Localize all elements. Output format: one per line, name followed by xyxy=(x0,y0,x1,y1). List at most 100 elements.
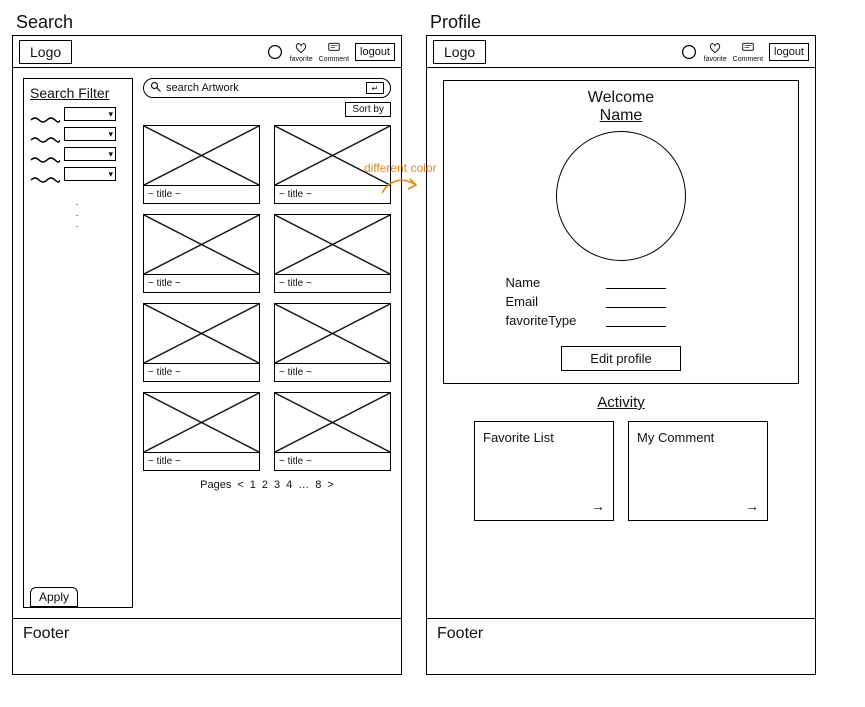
artwork-card[interactable]: ~ title ~ xyxy=(274,125,391,204)
field-email-value xyxy=(606,296,666,308)
artwork-card[interactable]: ~ title ~ xyxy=(143,392,260,471)
my-comment-card[interactable]: My Comment → xyxy=(628,421,768,521)
filter-select-1[interactable]: ▾ xyxy=(64,107,116,121)
filter-label-3 xyxy=(30,150,60,158)
thumbnail-placeholder xyxy=(144,393,259,453)
nav-comment-label: Comment xyxy=(319,56,349,63)
artwork-card[interactable]: ~ title ~ xyxy=(143,303,260,382)
filter-select-4[interactable]: ▾ xyxy=(64,167,116,181)
search-page-title: Search xyxy=(16,12,402,33)
thumbnail-placeholder xyxy=(144,304,259,364)
logout-button[interactable]: logout xyxy=(355,43,395,61)
filter-label-4 xyxy=(30,170,60,178)
filter-select-2[interactable]: ▾ xyxy=(64,127,116,141)
filter-row: ▾ xyxy=(30,127,126,141)
sort-button[interactable]: Sort by xyxy=(345,102,391,117)
field-email-label: Email xyxy=(506,294,596,309)
nav-profile[interactable] xyxy=(680,45,698,59)
thumbnail-placeholder xyxy=(275,304,390,364)
page-2[interactable]: 2 xyxy=(262,479,268,491)
nav-favorite-label: favorite xyxy=(290,56,313,63)
thumbnail-placeholder xyxy=(144,215,259,275)
page-ellipsis: … xyxy=(298,479,309,491)
thumbnail-placeholder xyxy=(275,126,390,186)
filter-panel: Search Filter ▾ ▾ ▾ ▾ xyxy=(23,78,133,608)
logo[interactable]: Logo xyxy=(19,40,72,64)
card-caption: ~ title ~ xyxy=(144,275,259,292)
circle-icon xyxy=(680,45,698,59)
welcome-heading: Welcome Name xyxy=(588,89,654,125)
card-caption: ~ title ~ xyxy=(275,275,390,292)
page-1[interactable]: 1 xyxy=(250,479,256,491)
profile-card: Welcome Name Name Email favoriteType Edi… xyxy=(443,80,799,384)
card-caption: ~ title ~ xyxy=(275,364,390,381)
pages-label: Pages xyxy=(200,479,231,491)
thumbnail-placeholder xyxy=(275,215,390,275)
page-4[interactable]: 4 xyxy=(286,479,292,491)
circle-icon xyxy=(266,45,284,59)
arrow-icon: → xyxy=(591,498,605,514)
favorite-list-card[interactable]: Favorite List → xyxy=(474,421,614,521)
activity-row: Favorite List → My Comment → xyxy=(443,421,799,521)
artwork-card[interactable]: ~ title ~ xyxy=(274,214,391,293)
nav-favorite[interactable]: favorite xyxy=(704,41,727,63)
profile-info: Name Email favoriteType xyxy=(506,271,737,332)
welcome-username: Name xyxy=(588,107,654,125)
edit-profile-button[interactable]: Edit profile xyxy=(561,346,680,371)
filter-more-indicator: ··· xyxy=(30,199,126,232)
filter-title: Search Filter xyxy=(30,85,126,101)
card-caption: ~ title ~ xyxy=(144,186,259,203)
filter-select-3[interactable]: ▾ xyxy=(64,147,116,161)
welcome-text: Welcome xyxy=(588,89,654,106)
page-3[interactable]: 3 xyxy=(274,479,280,491)
arrow-icon: → xyxy=(745,498,759,514)
artwork-card[interactable]: ~ title ~ xyxy=(274,392,391,471)
footer: Footer xyxy=(427,618,815,674)
comment-icon xyxy=(325,41,343,55)
nav-profile[interactable] xyxy=(266,45,284,59)
logout-button[interactable]: logout xyxy=(769,43,809,61)
page-8[interactable]: 8 xyxy=(315,479,321,491)
logo[interactable]: Logo xyxy=(433,40,486,64)
footer: Footer xyxy=(13,618,401,674)
card-caption: ~ title ~ xyxy=(275,186,390,203)
card-caption: ~ title ~ xyxy=(144,364,259,381)
search-placeholder: search Artwork xyxy=(166,82,239,94)
artwork-card[interactable]: ~ title ~ xyxy=(143,125,260,204)
filter-label-1 xyxy=(30,110,60,118)
nav-favorite-label: favorite xyxy=(704,56,727,63)
comment-icon xyxy=(739,41,757,55)
pagination: Pages < 1 2 3 4 … 8 > xyxy=(143,479,391,491)
nav-comment[interactable]: Comment xyxy=(733,41,763,63)
avatar[interactable] xyxy=(556,131,686,261)
my-comment-label: My Comment xyxy=(637,430,714,445)
profile-page-title: Profile xyxy=(430,12,816,33)
search-icon xyxy=(150,81,162,96)
field-favtype-value xyxy=(606,315,666,327)
nav-favorite[interactable]: favorite xyxy=(290,41,313,63)
heart-icon xyxy=(706,41,724,55)
profile-phone-frame: Logo favorite Comment logout xyxy=(426,35,816,675)
field-favtype-label: favoriteType xyxy=(506,313,596,328)
favorite-list-label: Favorite List xyxy=(483,430,554,445)
artwork-card[interactable]: ~ title ~ xyxy=(274,303,391,382)
page-next[interactable]: > xyxy=(327,479,333,491)
filter-label-2 xyxy=(30,130,60,138)
card-caption: ~ title ~ xyxy=(144,453,259,470)
profile-mock: Profile Logo favorite Comment logout xyxy=(426,12,816,675)
search-input[interactable]: search Artwork ↵ xyxy=(143,78,391,98)
nav-comment[interactable]: Comment xyxy=(319,41,349,63)
search-phone-frame: Logo favorite Comment logout Sear xyxy=(12,35,402,675)
artwork-card[interactable]: ~ title ~ xyxy=(143,214,260,293)
enter-icon[interactable]: ↵ xyxy=(366,82,384,94)
thumbnail-placeholder xyxy=(144,126,259,186)
field-name-label: Name xyxy=(506,275,596,290)
page-prev[interactable]: < xyxy=(237,479,243,491)
results-area: search Artwork ↵ Sort by ~ title ~ ~ tit… xyxy=(143,78,391,608)
filter-row: ▾ xyxy=(30,147,126,161)
filter-row: ▾ xyxy=(30,167,126,181)
topbar: Logo favorite Comment logout xyxy=(427,36,815,68)
apply-button[interactable]: Apply xyxy=(30,587,78,607)
results-grid: ~ title ~ ~ title ~ ~ title ~ ~ title ~ … xyxy=(143,125,391,471)
topbar: Logo favorite Comment logout xyxy=(13,36,401,68)
